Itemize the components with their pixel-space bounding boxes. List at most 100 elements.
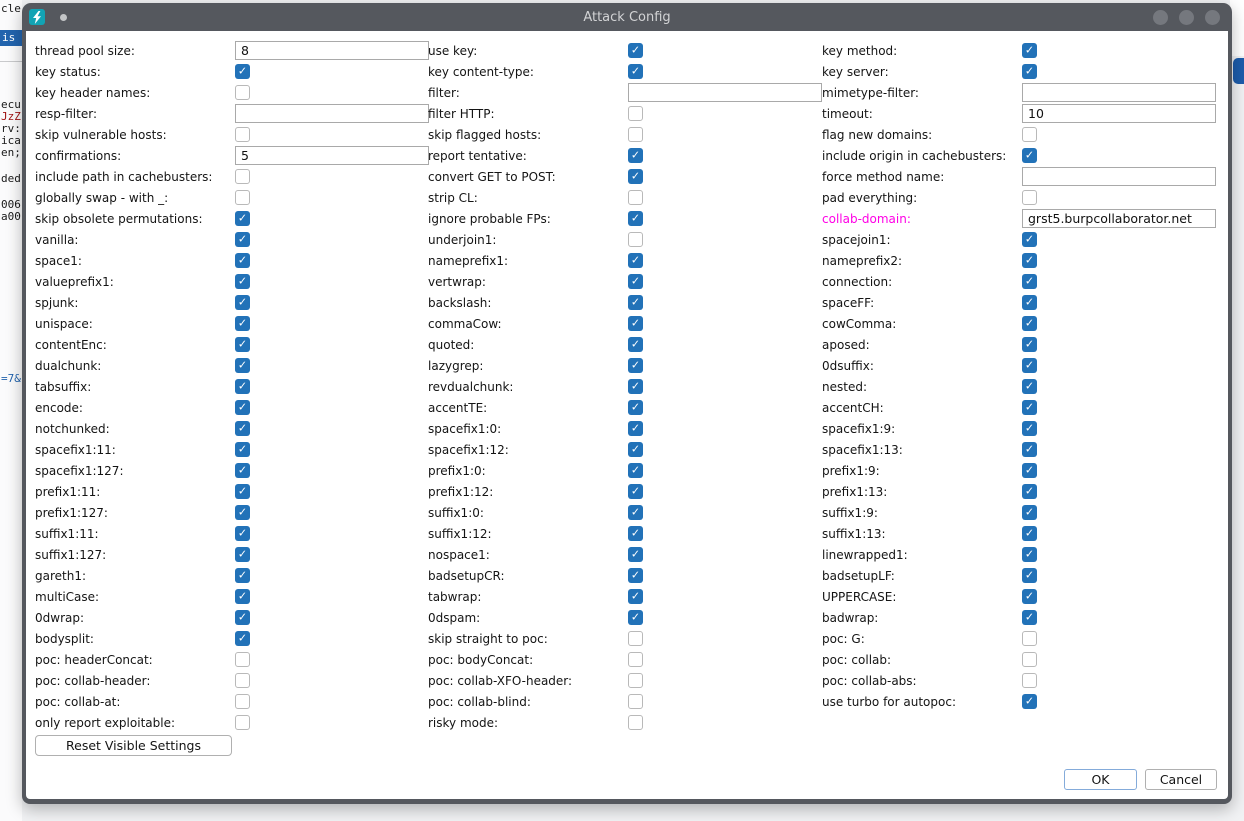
setting-checkbox[interactable]: ✓ bbox=[1022, 547, 1037, 562]
setting-input[interactable] bbox=[1022, 104, 1216, 123]
setting-checkbox[interactable]: ✓ bbox=[1022, 295, 1037, 310]
setting-checkbox[interactable]: ✓ bbox=[628, 547, 643, 562]
setting-checkbox[interactable]: ✓ bbox=[235, 547, 250, 562]
setting-checkbox[interactable] bbox=[628, 694, 643, 709]
setting-checkbox[interactable] bbox=[235, 673, 250, 688]
setting-checkbox[interactable] bbox=[1022, 190, 1037, 205]
setting-checkbox[interactable] bbox=[628, 190, 643, 205]
setting-checkbox[interactable]: ✓ bbox=[628, 358, 643, 373]
setting-checkbox[interactable] bbox=[1022, 652, 1037, 667]
setting-checkbox[interactable]: ✓ bbox=[235, 295, 250, 310]
setting-checkbox[interactable] bbox=[235, 85, 250, 100]
setting-checkbox[interactable]: ✓ bbox=[1022, 358, 1037, 373]
setting-checkbox[interactable] bbox=[628, 652, 643, 667]
setting-checkbox[interactable]: ✓ bbox=[235, 505, 250, 520]
setting-checkbox[interactable] bbox=[235, 127, 250, 142]
setting-checkbox[interactable]: ✓ bbox=[1022, 316, 1037, 331]
setting-checkbox[interactable] bbox=[235, 190, 250, 205]
setting-checkbox[interactable]: ✓ bbox=[235, 589, 250, 604]
setting-checkbox[interactable]: ✓ bbox=[628, 463, 643, 478]
setting-checkbox[interactable]: ✓ bbox=[1022, 442, 1037, 457]
setting-checkbox[interactable]: ✓ bbox=[628, 526, 643, 541]
setting-checkbox[interactable]: ✓ bbox=[1022, 421, 1037, 436]
cancel-button[interactable]: Cancel bbox=[1145, 769, 1217, 790]
setting-checkbox[interactable]: ✓ bbox=[235, 421, 250, 436]
setting-checkbox[interactable] bbox=[628, 673, 643, 688]
setting-checkbox[interactable]: ✓ bbox=[1022, 694, 1037, 709]
setting-checkbox[interactable]: ✓ bbox=[1022, 379, 1037, 394]
setting-checkbox[interactable]: ✓ bbox=[628, 148, 643, 163]
setting-checkbox[interactable]: ✓ bbox=[1022, 43, 1037, 58]
setting-checkbox[interactable]: ✓ bbox=[628, 316, 643, 331]
reset-visible-settings-button[interactable]: Reset Visible Settings bbox=[35, 735, 232, 756]
setting-checkbox[interactable]: ✓ bbox=[235, 274, 250, 289]
setting-checkbox[interactable]: ✓ bbox=[1022, 64, 1037, 79]
setting-checkbox[interactable]: ✓ bbox=[1022, 568, 1037, 583]
setting-checkbox[interactable] bbox=[628, 127, 643, 142]
setting-checkbox[interactable]: ✓ bbox=[1022, 337, 1037, 352]
setting-checkbox[interactable] bbox=[628, 106, 643, 121]
setting-checkbox[interactable]: ✓ bbox=[235, 232, 250, 247]
setting-checkbox[interactable]: ✓ bbox=[628, 43, 643, 58]
setting-checkbox[interactable]: ✓ bbox=[628, 421, 643, 436]
setting-checkbox[interactable]: ✓ bbox=[1022, 232, 1037, 247]
setting-checkbox[interactable]: ✓ bbox=[235, 484, 250, 499]
setting-checkbox[interactable]: ✓ bbox=[628, 400, 643, 415]
setting-checkbox[interactable]: ✓ bbox=[628, 337, 643, 352]
setting-checkbox[interactable]: ✓ bbox=[235, 442, 250, 457]
setting-checkbox[interactable] bbox=[628, 232, 643, 247]
setting-checkbox[interactable] bbox=[628, 715, 643, 730]
setting-checkbox[interactable]: ✓ bbox=[1022, 610, 1037, 625]
setting-checkbox[interactable]: ✓ bbox=[628, 610, 643, 625]
setting-checkbox[interactable]: ✓ bbox=[1022, 526, 1037, 541]
setting-input[interactable] bbox=[1022, 167, 1216, 186]
setting-checkbox[interactable]: ✓ bbox=[1022, 274, 1037, 289]
window-button-3[interactable] bbox=[1205, 10, 1220, 25]
setting-checkbox[interactable]: ✓ bbox=[628, 568, 643, 583]
setting-checkbox[interactable]: ✓ bbox=[235, 400, 250, 415]
setting-checkbox[interactable]: ✓ bbox=[1022, 505, 1037, 520]
setting-input[interactable] bbox=[1022, 209, 1216, 228]
setting-checkbox[interactable]: ✓ bbox=[235, 358, 250, 373]
setting-checkbox[interactable] bbox=[235, 652, 250, 667]
setting-checkbox[interactable]: ✓ bbox=[235, 526, 250, 541]
setting-checkbox[interactable]: ✓ bbox=[1022, 463, 1037, 478]
setting-checkbox[interactable] bbox=[235, 715, 250, 730]
setting-checkbox[interactable]: ✓ bbox=[628, 253, 643, 268]
setting-checkbox[interactable]: ✓ bbox=[628, 169, 643, 184]
setting-checkbox[interactable]: ✓ bbox=[628, 211, 643, 226]
setting-checkbox[interactable]: ✓ bbox=[235, 568, 250, 583]
ok-button[interactable]: OK bbox=[1064, 769, 1137, 790]
setting-checkbox[interactable]: ✓ bbox=[1022, 589, 1037, 604]
setting-checkbox[interactable]: ✓ bbox=[235, 463, 250, 478]
setting-checkbox[interactable] bbox=[235, 694, 250, 709]
setting-checkbox[interactable]: ✓ bbox=[1022, 253, 1037, 268]
setting-checkbox[interactable]: ✓ bbox=[235, 337, 250, 352]
setting-checkbox[interactable]: ✓ bbox=[628, 295, 643, 310]
setting-checkbox[interactable]: ✓ bbox=[628, 442, 643, 457]
setting-input[interactable] bbox=[1022, 83, 1216, 102]
window-button-2[interactable] bbox=[1179, 10, 1194, 25]
setting-checkbox[interactable]: ✓ bbox=[1022, 484, 1037, 499]
setting-checkbox[interactable] bbox=[1022, 127, 1037, 142]
setting-checkbox[interactable] bbox=[628, 631, 643, 646]
setting-checkbox[interactable]: ✓ bbox=[1022, 148, 1037, 163]
setting-input[interactable] bbox=[235, 104, 429, 123]
setting-checkbox[interactable]: ✓ bbox=[628, 379, 643, 394]
setting-checkbox[interactable]: ✓ bbox=[628, 484, 643, 499]
setting-checkbox[interactable]: ✓ bbox=[628, 505, 643, 520]
setting-checkbox[interactable]: ✓ bbox=[235, 316, 250, 331]
setting-checkbox[interactable]: ✓ bbox=[235, 64, 250, 79]
setting-checkbox[interactable]: ✓ bbox=[1022, 400, 1037, 415]
setting-checkbox[interactable] bbox=[235, 169, 250, 184]
setting-checkbox[interactable]: ✓ bbox=[235, 253, 250, 268]
setting-checkbox[interactable]: ✓ bbox=[235, 610, 250, 625]
setting-checkbox[interactable]: ✓ bbox=[628, 274, 643, 289]
setting-input[interactable] bbox=[628, 83, 822, 102]
setting-checkbox[interactable]: ✓ bbox=[628, 64, 643, 79]
setting-checkbox[interactable]: ✓ bbox=[235, 631, 250, 646]
setting-input[interactable] bbox=[235, 41, 429, 60]
setting-input[interactable] bbox=[235, 146, 429, 165]
setting-checkbox[interactable]: ✓ bbox=[628, 589, 643, 604]
setting-checkbox[interactable]: ✓ bbox=[235, 379, 250, 394]
